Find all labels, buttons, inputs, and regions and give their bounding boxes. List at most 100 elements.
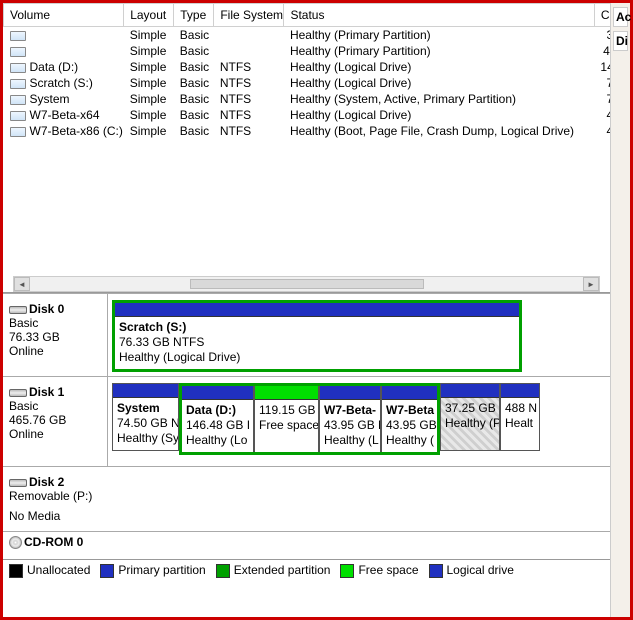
disk-1-title: Disk 1 (29, 385, 64, 399)
partition-size: 488 N (505, 401, 535, 416)
volume-fs: NTFS (214, 59, 284, 75)
partition-name: W7-Beta (386, 403, 433, 418)
table-row[interactable]: SimpleBasicHealthy (Primary Partition)37… (4, 27, 611, 44)
partition-size: 74.50 GB N (117, 416, 174, 431)
col-header-volume[interactable]: Volume (4, 4, 124, 27)
scroll-right-arrow-icon[interactable]: ► (583, 277, 599, 291)
disk-layout-pane: Disk 0 Basic 76.33 GB Online Scratch (S:… (3, 293, 610, 581)
disk-1-label: Disk 1 Basic 465.76 GB Online (3, 377, 108, 466)
table-header-row: Volume Layout Type File System Status Ca… (4, 4, 611, 27)
table-row[interactable]: W7-Beta-x86 (C:)SimpleBasicNTFSHealthy (… (4, 123, 611, 139)
disk-0-partitions: Scratch (S:) 76.33 GB NTFS Healthy (Logi… (108, 294, 610, 376)
volume-status: Healthy (Boot, Page File, Crash Dump, Lo… (284, 123, 594, 139)
table-row[interactable]: SimpleBasicHealthy (Primary Partition)48… (4, 43, 611, 59)
horizontal-scrollbar[interactable]: ◄ ► (13, 276, 600, 292)
volume-status: Healthy (Logical Drive) (284, 59, 594, 75)
col-header-capacity[interactable]: Capacity (594, 4, 610, 27)
partition-size: 146.48 GB I (186, 418, 249, 433)
table-row[interactable]: SystemSimpleBasicNTFSHealthy (System, Ac… (4, 91, 611, 107)
volume-type: Basic (174, 91, 214, 107)
disk-1-state: Online (9, 427, 101, 441)
disk-1-type: Basic (9, 399, 101, 413)
partition-scratch[interactable]: Scratch (S:) 76.33 GB NTFS Healthy (Logi… (115, 317, 519, 369)
partition-stripe (113, 384, 178, 398)
volume-capacity: 74.50 (594, 91, 610, 107)
partition[interactable]: W7-Beta-43.95 GB NHealthy (L (319, 386, 381, 452)
extended-partition: Data (D:)146.48 GB IHealthy (Lo119.15 GB… (179, 383, 440, 455)
partition-status: Healthy (L (324, 433, 376, 448)
col-header-status[interactable]: Status (284, 4, 594, 27)
col-header-fs[interactable]: File System (214, 4, 284, 27)
partition-name: Scratch (S:) (119, 320, 515, 335)
col-header-layout[interactable]: Layout (124, 4, 174, 27)
legend-free: Free space (358, 563, 418, 577)
swatch-logical-icon (429, 564, 443, 578)
partition[interactable]: System74.50 GB NHealthy (Sy (112, 383, 179, 451)
volume-name: Scratch (S:) (30, 76, 93, 90)
partition-name: Data (D:) (186, 403, 249, 418)
scroll-thumb[interactable] (190, 279, 424, 289)
volume-status: Healthy (Logical Drive) (284, 75, 594, 91)
disk-0-state: Online (9, 344, 101, 358)
volume-icon (10, 31, 26, 41)
disk-2-label: Disk 2 Removable (P:) No Media (3, 467, 108, 531)
swatch-extended-icon (216, 564, 230, 578)
scroll-left-arrow-icon[interactable]: ◄ (14, 277, 30, 291)
volume-layout: Simple (124, 123, 174, 139)
volume-fs (214, 27, 284, 44)
disk-2-sub: Removable (P:) (9, 489, 102, 503)
volume-icon (10, 79, 26, 89)
partition-stripe (501, 384, 539, 398)
volume-status: Healthy (Primary Partition) (284, 43, 594, 59)
side-tab-disk[interactable]: Di (613, 31, 628, 51)
table-row[interactable]: W7-Beta-x64SimpleBasicNTFSHealthy (Logic… (4, 107, 611, 123)
disk-3-label: CD-ROM 0 (3, 532, 108, 559)
partition[interactable]: 37.25 GBHealthy (P (440, 383, 500, 451)
legend-primary: Primary partition (118, 563, 205, 577)
disk-row-3[interactable]: CD-ROM 0 (3, 531, 610, 559)
volume-fs (214, 43, 284, 59)
partition-stripe (255, 386, 318, 400)
partition-status: Healthy (Logical Drive) (119, 350, 515, 365)
disk-row-1[interactable]: Disk 1 Basic 465.76 GB Online System74.5… (3, 376, 610, 466)
volume-layout: Simple (124, 43, 174, 59)
disk-row-2[interactable]: Disk 2 Removable (P:) No Media (3, 466, 610, 531)
table-row[interactable]: Data (D:)SimpleBasicNTFSHealthy (Logical… (4, 59, 611, 75)
legend-extended: Extended partition (234, 563, 331, 577)
partition[interactable]: 488 NHealt (500, 383, 540, 451)
partition-stripe (441, 384, 499, 398)
disk-1-partitions: System74.50 GB NHealthy (SyData (D:)146.… (108, 377, 610, 466)
partition-status: Healthy (Lo (186, 433, 249, 448)
volume-capacity: 488 M (594, 43, 610, 59)
volume-layout: Simple (124, 27, 174, 44)
partition[interactable]: 119.15 GBFree space (254, 386, 319, 452)
partition[interactable]: Data (D:)146.48 GB IHealthy (Lo (182, 386, 254, 452)
swatch-free-icon (340, 564, 354, 578)
legend-logical: Logical drive (447, 563, 514, 577)
disk-row-0[interactable]: Disk 0 Basic 76.33 GB Online Scratch (S:… (3, 293, 610, 376)
volume-capacity: 76.33 (594, 75, 610, 91)
disk-2-partitions (108, 467, 610, 531)
partition-status: Healthy (Sy (117, 431, 174, 446)
volume-fs: NTFS (214, 123, 284, 139)
partition[interactable]: W7-Beta43.95 GBHealthy ( (381, 386, 437, 452)
partition-stripe (115, 303, 519, 317)
volume-capacity: 37.25 (594, 27, 610, 44)
volume-name: Data (D:) (30, 60, 79, 74)
table-row[interactable]: Scratch (S:)SimpleBasicNTFSHealthy (Logi… (4, 75, 611, 91)
partition-size: 43.95 GB (386, 418, 433, 433)
volume-name: System (30, 92, 70, 106)
volume-capacity: 43.95 (594, 107, 610, 123)
volume-icon (10, 127, 26, 137)
volume-type: Basic (174, 75, 214, 91)
volume-type: Basic (174, 59, 214, 75)
side-tab-actions[interactable]: Ac (613, 7, 628, 27)
partition-size: 43.95 GB N (324, 418, 376, 433)
volume-fs: NTFS (214, 91, 284, 107)
disk-icon (9, 306, 27, 314)
partition-status: Healt (505, 416, 535, 431)
volume-capacity: 146.48 (594, 59, 610, 75)
col-header-type[interactable]: Type (174, 4, 214, 27)
volume-list-pane: Volume Layout Type File System Status Ca… (3, 3, 610, 293)
volume-name: W7-Beta-x86 (C:) (30, 124, 123, 138)
